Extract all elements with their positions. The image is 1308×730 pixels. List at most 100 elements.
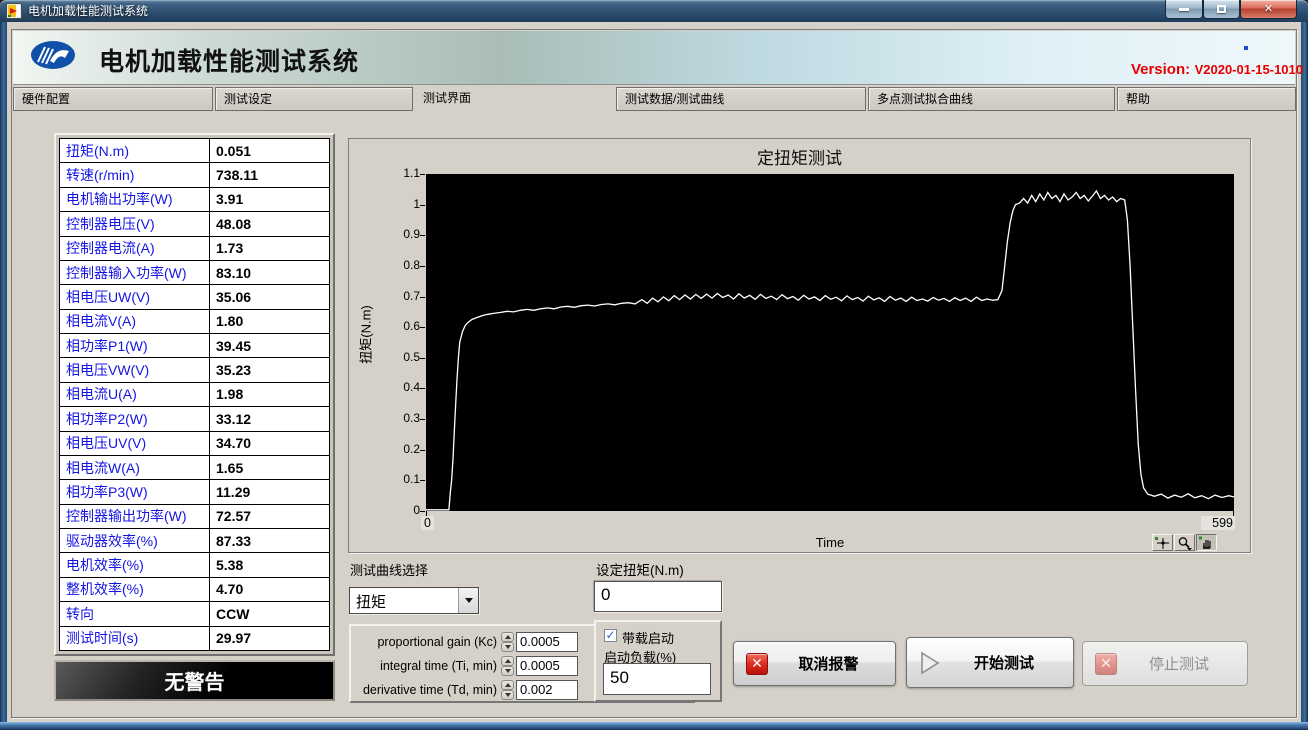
ytick-label: 0.9: [384, 227, 420, 241]
ytick-mark: [420, 297, 425, 298]
measurement-table: 扭矩(N.m)0.051转速(r/min)738.11电机输出功率(W)3.91…: [59, 138, 330, 651]
param-value: 48.08: [210, 212, 329, 235]
ytick-mark: [420, 358, 425, 359]
maximize-button[interactable]: [1203, 0, 1240, 19]
table-row: 相电流U(A)1.98: [60, 383, 329, 407]
ytick-mark: [420, 235, 425, 236]
load-start-cluster: ✓ 带载启动 启动负载(%) 50: [594, 620, 722, 702]
start-test-button[interactable]: 开始测试: [906, 637, 1074, 688]
table-row: 测试时间(s)29.97: [60, 627, 329, 650]
cursor-tool-icon[interactable]: [1152, 534, 1173, 551]
param-label: 相电流U(A): [60, 383, 210, 406]
increment-icon[interactable]: [501, 680, 514, 690]
measurement-table-frame: 扭矩(N.m)0.051转速(r/min)738.11电机输出功率(W)3.91…: [54, 133, 335, 656]
table-row: 驱动器效率(%)87.33: [60, 529, 329, 553]
tab-3[interactable]: 测试界面: [415, 87, 614, 111]
app-icon: [6, 3, 22, 19]
table-row: 整机效率(%)4.70: [60, 578, 329, 602]
page-title: 电机加载性能测试系统: [99, 42, 359, 78]
curve-select[interactable]: 扭矩: [349, 587, 479, 614]
check-icon: ✓: [605, 629, 615, 641]
window-border-bottom: [0, 722, 1308, 730]
torque-set-field[interactable]: 0: [594, 581, 722, 612]
pid-ti-stepper[interactable]: [501, 656, 514, 676]
curve-select-dropdown-button[interactable]: [458, 588, 478, 613]
decrement-icon[interactable]: [501, 690, 514, 700]
ytick-label: 0.7: [384, 289, 420, 303]
decrement-icon[interactable]: [501, 642, 514, 652]
pid-kc-field[interactable]: 0.0005: [516, 632, 578, 652]
pid-td-field[interactable]: 0.002: [516, 680, 578, 700]
pid-kc-stepper[interactable]: [501, 632, 514, 652]
chart-plot-area[interactable]: [426, 174, 1234, 511]
minimize-button[interactable]: [1165, 0, 1203, 19]
decrement-icon[interactable]: [501, 666, 514, 676]
param-value: 4.70: [210, 578, 329, 601]
pid-td-stepper[interactable]: [501, 680, 514, 700]
table-row: 控制器电流(A)1.73: [60, 237, 329, 261]
cancel-alarm-button[interactable]: ✕ 取消报警: [733, 641, 896, 686]
ytick-mark: [420, 450, 425, 451]
table-row: 相电流W(A)1.65: [60, 456, 329, 480]
table-row: 相功率P3(W)11.29: [60, 480, 329, 504]
xaxis-min-field[interactable]: 0: [421, 516, 434, 530]
param-label: 转速(r/min): [60, 163, 210, 186]
tab-4[interactable]: 测试数据/测试曲线: [616, 87, 866, 111]
ytick-label: 0: [384, 503, 420, 517]
param-value: 35.23: [210, 358, 329, 381]
version-label: Version:: [1131, 61, 1190, 78]
table-row: 相电压UV(V)34.70: [60, 432, 329, 456]
table-row: 相功率P1(W)39.45: [60, 334, 329, 358]
param-value: 87.33: [210, 529, 329, 552]
maximize-icon: [1217, 5, 1226, 13]
param-value: 738.11: [210, 163, 329, 186]
zoom-tool-icon[interactable]: [1174, 534, 1195, 551]
xaxis-max-field[interactable]: 599: [1201, 516, 1235, 530]
pid-ti-field[interactable]: 0.0005: [516, 656, 578, 676]
tab-6[interactable]: 帮助: [1117, 87, 1296, 111]
increment-icon[interactable]: [501, 632, 514, 642]
ytick-mark: [420, 511, 425, 512]
table-row: 相电压UW(V)35.06: [60, 285, 329, 309]
param-value: 34.70: [210, 432, 329, 455]
load-start-checkbox[interactable]: ✓: [604, 629, 617, 642]
param-value: 39.45: [210, 334, 329, 357]
pan-tool-icon[interactable]: [1196, 534, 1217, 551]
param-label: 驱动器效率(%): [60, 529, 210, 552]
param-label: 相电流W(A): [60, 456, 210, 479]
table-row: 相电压VW(V)35.23: [60, 358, 329, 382]
chart-ylabel: 扭矩(N.m): [356, 275, 375, 395]
close-button[interactable]: ✕: [1240, 0, 1297, 19]
ytick-label: 1.1: [384, 166, 420, 180]
ytick-mark: [420, 480, 425, 481]
param-value: 1.98: [210, 383, 329, 406]
torque-set-label: 设定扭矩(N.m): [596, 559, 684, 579]
table-row: 控制器输出功率(W)72.57: [60, 505, 329, 529]
start-load-field[interactable]: 50: [603, 663, 711, 695]
window-title: 电机加载性能测试系统: [28, 0, 148, 22]
table-row: 转向CCW: [60, 602, 329, 626]
stop-test-label: 停止测试: [1121, 653, 1209, 674]
tab-5[interactable]: 多点测试拟合曲线: [868, 87, 1115, 111]
param-label: 控制器输入功率(W): [60, 261, 210, 284]
ytick-label: 0.6: [384, 319, 420, 333]
param-value: 1.73: [210, 237, 329, 260]
app-header: 电机加载性能测试系统 Version: V2020-01-15-1010: [13, 31, 1295, 85]
stop-test-button: ✕ 停止测试: [1082, 641, 1248, 686]
app-window: 电机加载性能测试系统 ✕ 电机加载性能测试系统 Version: V2020-0…: [0, 0, 1308, 730]
param-value: 3.91: [210, 188, 329, 211]
tab-1[interactable]: 硬件配置: [13, 87, 213, 111]
brand-logo-icon: [30, 40, 76, 70]
ytick-mark: [420, 327, 425, 328]
param-label: 相功率P2(W): [60, 407, 210, 430]
caption-buttons: ✕: [1165, 0, 1297, 19]
version-text: Version: V2020-01-15-1010: [1053, 61, 1303, 79]
tab-2[interactable]: 测试设定: [215, 87, 413, 111]
param-label: 扭矩(N.m): [60, 139, 210, 162]
param-label: 相电压UW(V): [60, 285, 210, 308]
chart-title: 定扭矩测试: [349, 144, 1250, 169]
param-value: 83.10: [210, 261, 329, 284]
increment-icon[interactable]: [501, 656, 514, 666]
ytick-label: 0.1: [384, 472, 420, 486]
curve-select-value: 扭矩: [356, 591, 386, 612]
